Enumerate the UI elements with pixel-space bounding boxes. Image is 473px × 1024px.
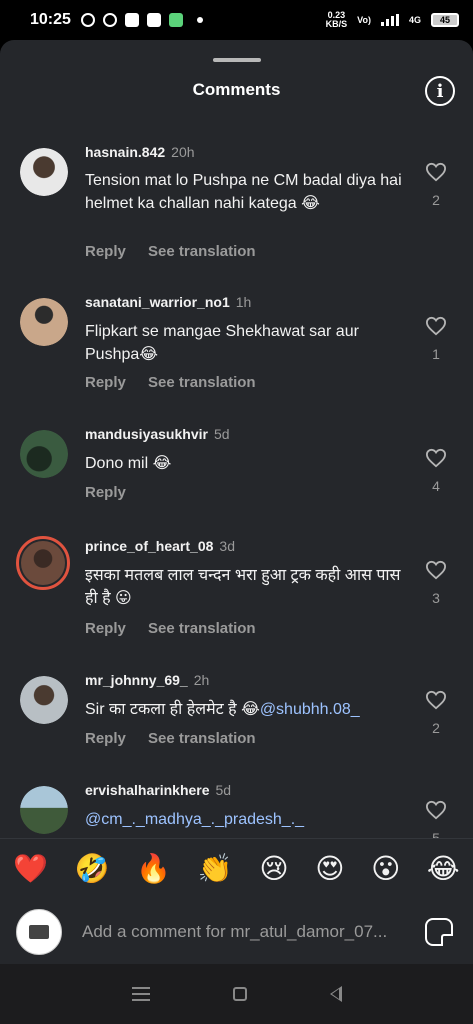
- comment-composer: Add a comment for mr_atul_damor_07...: [0, 900, 473, 964]
- reaction-surprised[interactable]: 😮: [371, 852, 400, 885]
- system-nav-bar: [0, 964, 473, 1024]
- like-button[interactable]: 3: [423, 560, 449, 606]
- reaction-fire[interactable]: 🔥: [136, 852, 171, 885]
- back-icon[interactable]: [329, 986, 342, 1002]
- avatar[interactable]: [20, 676, 68, 724]
- volte-icon: Vo): [357, 15, 371, 25]
- camera-logo-icon: [29, 925, 49, 939]
- sheet-title: Comments: [192, 80, 281, 99]
- avatar-with-story[interactable]: [16, 536, 70, 590]
- mention-link[interactable]: @cm_._madhya_._pradesh_._: [85, 811, 304, 828]
- like-count: 2: [432, 720, 440, 736]
- like-count: 5: [432, 830, 440, 838]
- battery-icon: 45: [431, 13, 459, 27]
- comment-actions: Reply: [85, 484, 144, 501]
- status-right: 0.23 KB/S Vo) 4G 45: [326, 11, 459, 29]
- reply-button[interactable]: Reply: [85, 374, 126, 391]
- comment-username[interactable]: mr_johnny_69_ 2h: [85, 672, 209, 688]
- reply-button[interactable]: Reply: [85, 243, 126, 260]
- avatar[interactable]: [20, 430, 68, 478]
- reaction-heart[interactable]: ❤️: [13, 852, 48, 885]
- lamp-icon: [146, 13, 161, 27]
- reply-button[interactable]: Reply: [85, 484, 126, 501]
- info-icon[interactable]: i: [425, 76, 455, 106]
- sticker-icon[interactable]: [425, 918, 453, 946]
- comment-list[interactable]: hasnain.842 20h Tension mat lo Pushpa ne …: [0, 136, 473, 838]
- see-translation-button[interactable]: See translation: [148, 243, 256, 260]
- network-speed: 0.23 KB/S: [325, 10, 348, 29]
- heart-icon[interactable]: [425, 316, 447, 336]
- comment-username[interactable]: ervishalharinkhere 5d: [85, 782, 231, 798]
- snapchat-icon: [102, 13, 117, 27]
- like-button[interactable]: 5: [423, 800, 449, 838]
- heart-icon[interactable]: [425, 560, 447, 580]
- see-translation-button[interactable]: See translation: [148, 620, 256, 637]
- home-icon[interactable]: [232, 987, 247, 1001]
- reaction-clap[interactable]: 👏: [198, 852, 233, 885]
- like-count: 4: [432, 478, 440, 494]
- comment-actions: Reply See translation: [85, 620, 274, 637]
- like-count: 1: [432, 346, 440, 362]
- comment-username[interactable]: sanatani_warrior_no1 1h: [85, 294, 251, 310]
- comment-text: Dono mil 😂: [85, 455, 172, 472]
- network-type: 4G: [408, 15, 421, 25]
- notification-icons: [80, 13, 203, 27]
- comment-actions: Reply See translation: [85, 374, 274, 391]
- like-button[interactable]: 1: [423, 316, 449, 362]
- see-translation-button[interactable]: See translation: [148, 374, 256, 391]
- my-avatar: [16, 909, 62, 955]
- like-count: 3: [432, 590, 440, 606]
- heart-icon[interactable]: [425, 800, 447, 820]
- status-bar: 10:25 0.23 KB/S Vo) 4G 45: [0, 0, 473, 40]
- app-green-icon: [168, 13, 183, 27]
- heart-icon[interactable]: [425, 162, 447, 182]
- heart-icon[interactable]: [425, 690, 447, 710]
- reaction-joy[interactable]: 😂: [427, 852, 460, 885]
- reply-button[interactable]: Reply: [85, 620, 126, 637]
- comment-input[interactable]: Add a comment for mr_atul_damor_07...: [82, 922, 402, 942]
- status-time: 10:25: [30, 11, 71, 28]
- like-count: 2: [432, 192, 440, 208]
- comment-text: Flipkart se mangae Shekhawat sar aur Pus…: [85, 323, 359, 363]
- app-notification-icon: [124, 13, 139, 27]
- comment-username[interactable]: hasnain.842 20h: [85, 144, 195, 160]
- drag-handle[interactable]: [213, 58, 261, 62]
- reply-button[interactable]: Reply: [85, 730, 126, 747]
- whatsapp-icon: [80, 13, 95, 27]
- comment-text: इसका मतलब लाल चन्दन भरा हुआ ट्रक कही आस …: [85, 567, 401, 607]
- reaction-rofl[interactable]: 🤣: [75, 852, 110, 885]
- comments-sheet: Comments i hasnain.842 20h Tension mat lo…: [0, 40, 473, 964]
- comment-username[interactable]: mandusiyasukhvir 5d: [85, 426, 230, 442]
- comment-text: @cm_._madhya_._pradesh_._: [85, 808, 405, 831]
- like-button[interactable]: 2: [423, 690, 449, 736]
- comment-text: Sir का टकला ही हेलमेट है 😂@shubhh.08_: [85, 701, 360, 718]
- avatar[interactable]: [20, 786, 68, 834]
- recent-apps-icon[interactable]: [131, 987, 150, 1001]
- signal-icon: [380, 14, 399, 26]
- avatar[interactable]: [20, 148, 68, 196]
- more-notifications-icon: [196, 17, 203, 23]
- comment-actions: Reply See translation: [85, 243, 274, 260]
- comment-username[interactable]: prince_of_heart_08 3d: [85, 538, 235, 554]
- quick-reactions-bar: ❤️ 🤣 🔥 👏 😢 😍 😮 😂: [0, 838, 473, 898]
- reaction-cry[interactable]: 😢: [259, 852, 288, 885]
- see-translation-button[interactable]: See translation: [148, 730, 256, 747]
- like-button[interactable]: 2: [423, 162, 449, 208]
- reaction-heart-eyes[interactable]: 😍: [315, 852, 344, 885]
- avatar[interactable]: [20, 298, 68, 346]
- mention-link[interactable]: @shubhh.08_: [260, 701, 360, 718]
- like-button[interactable]: 4: [423, 448, 449, 494]
- heart-icon[interactable]: [425, 448, 447, 468]
- comment-text: Tension mat lo Pushpa ne CM badal diya h…: [85, 172, 402, 212]
- comment-actions: Reply See translation: [85, 730, 274, 747]
